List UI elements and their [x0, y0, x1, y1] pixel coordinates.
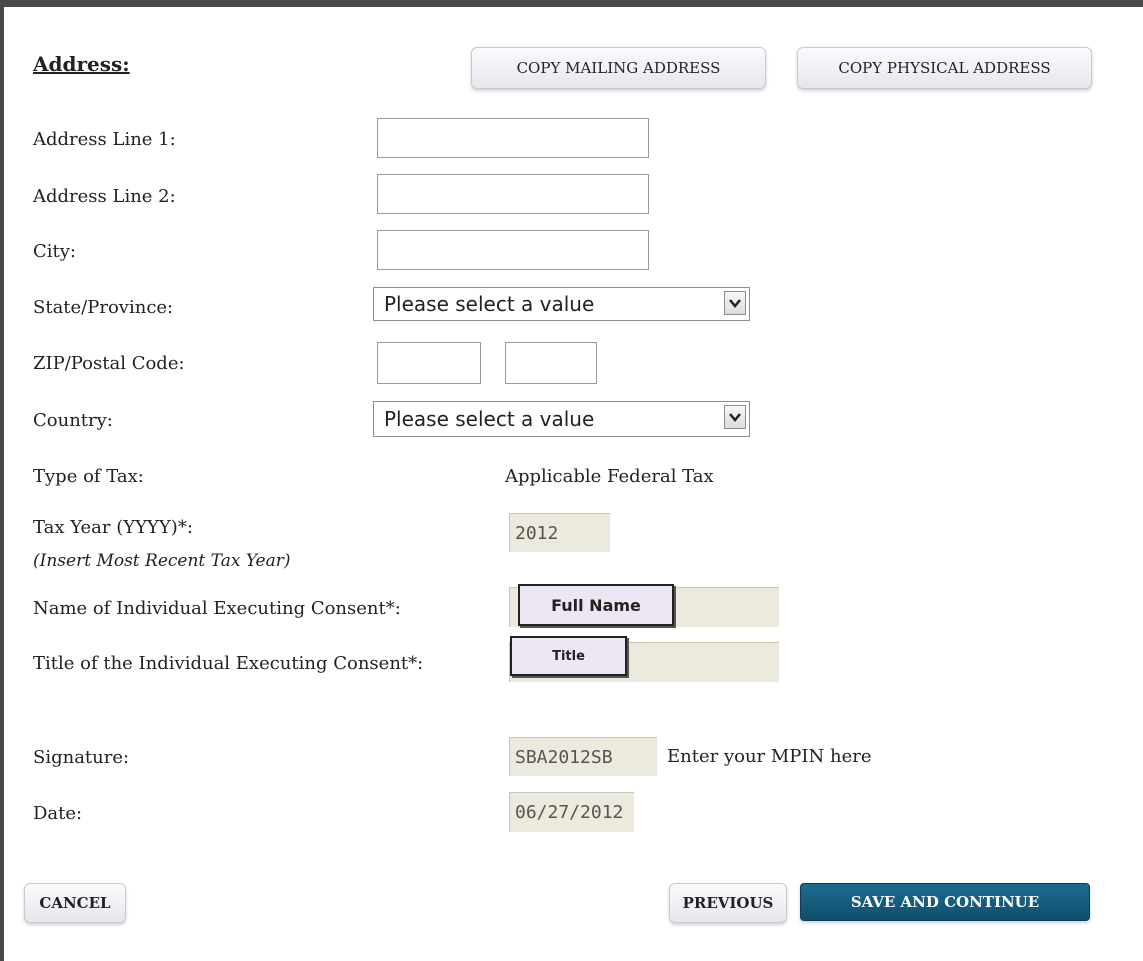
address-heading: Address:: [33, 52, 130, 76]
copy-physical-address-button[interactable]: COPY PHYSICAL ADDRESS: [797, 47, 1092, 89]
state-province-select[interactable]: Please select a value: [373, 287, 750, 321]
type-of-tax-value: Applicable Federal Tax: [505, 466, 714, 487]
zip-postal-code-label: ZIP/Postal Code:: [33, 353, 185, 374]
window-frame-top: [0, 0, 1143, 7]
tax-year-hint: (Insert Most Recent Tax Year): [33, 551, 291, 571]
mpin-instruction: Enter your MPIN here: [667, 746, 872, 767]
signature-label: Signature:: [33, 747, 130, 768]
copy-mailing-address-button[interactable]: COPY MAILING ADDRESS: [471, 47, 766, 89]
zip-extension-input[interactable]: [505, 342, 597, 384]
city-label: City:: [33, 241, 76, 262]
cancel-button[interactable]: CANCEL: [24, 883, 126, 923]
city-input[interactable]: [377, 230, 649, 270]
address-line-2-input[interactable]: [377, 174, 649, 214]
address-line-1-input[interactable]: [377, 118, 649, 158]
address-line-1-label: Address Line 1:: [33, 129, 176, 150]
title-callout: Title: [510, 636, 627, 676]
signature-input[interactable]: [509, 737, 657, 776]
individual-title-label: Title of the Individual Executing Consen…: [33, 653, 424, 674]
address-line-2-label: Address Line 2:: [33, 186, 176, 207]
country-select[interactable]: Please select a value: [373, 401, 750, 437]
date-label: Date:: [33, 803, 83, 824]
state-province-selected-value: Please select a value: [384, 292, 595, 316]
zip-code-input[interactable]: [377, 342, 481, 384]
tax-year-input[interactable]: [509, 513, 610, 552]
chevron-down-icon[interactable]: [724, 405, 746, 429]
tax-year-label: Tax Year (YYYY)*:: [33, 517, 193, 538]
chevron-down-icon[interactable]: [724, 291, 746, 315]
individual-name-label: Name of Individual Executing Consent*:: [33, 598, 401, 619]
date-input[interactable]: [509, 792, 634, 832]
window-frame-left: [0, 0, 4, 961]
full-name-callout: Full Name: [518, 584, 674, 626]
previous-button[interactable]: PREVIOUS: [669, 883, 787, 923]
country-selected-value: Please select a value: [384, 407, 595, 431]
country-label: Country:: [33, 410, 113, 431]
type-of-tax-label: Type of Tax:: [33, 466, 144, 487]
state-province-label: State/Province:: [33, 297, 174, 318]
save-and-continue-button[interactable]: SAVE AND CONTINUE: [800, 883, 1090, 921]
